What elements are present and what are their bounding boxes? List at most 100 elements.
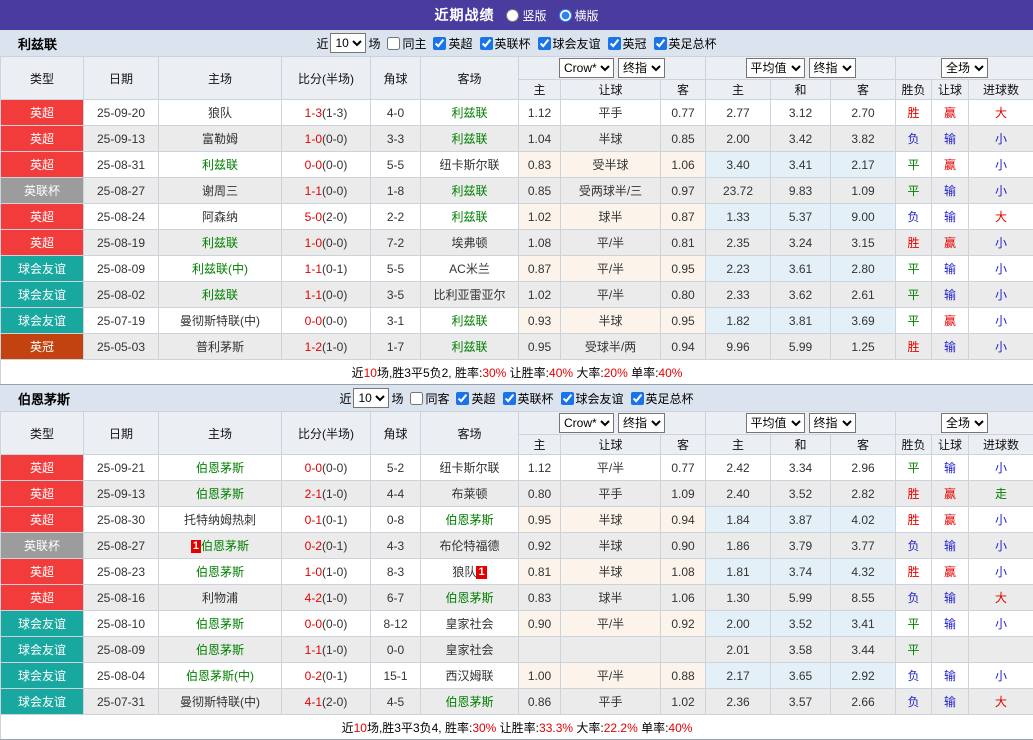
home-team: 利兹联	[159, 230, 282, 256]
match-count-select[interactable]: 10	[330, 33, 366, 53]
team-name-text: 伯恩茅斯	[445, 513, 493, 527]
avg-away-odds: 3.15	[831, 230, 896, 256]
sub-column-header: 让球	[561, 435, 661, 455]
avg-draw-odds: 3.65	[771, 663, 831, 689]
scope-select[interactable]: 全场	[941, 413, 988, 433]
fulltime-score: 0-0	[305, 158, 322, 172]
league-filter-checkbox[interactable]	[538, 37, 551, 50]
avg-away-odds: 4.02	[831, 507, 896, 533]
horizontal-radio[interactable]	[559, 9, 572, 22]
league-filter-option[interactable]: 英联杯	[473, 35, 531, 52]
same-venue-option[interactable]: 同主	[380, 35, 426, 52]
column-header: 日期	[84, 412, 159, 455]
column-header: 比分(半场)	[282, 412, 371, 455]
same-venue-option[interactable]: 同客	[403, 390, 449, 407]
league-filter-option[interactable]: 英联杯	[496, 390, 554, 407]
handicap-away-odds: 0.90	[661, 533, 706, 559]
same-venue-checkbox[interactable]	[410, 392, 423, 405]
result-wdl-text: 胜	[908, 513, 920, 527]
league-filter-option[interactable]: 球会友谊	[531, 35, 601, 52]
handicap-line: 半球	[561, 533, 661, 559]
layout-horizontal-option[interactable]: 横版	[559, 7, 599, 24]
league-filter-option[interactable]: 英足总杯	[647, 35, 717, 52]
team-name-text: 狼队	[452, 565, 476, 579]
average-time-select[interactable]: 终指	[809, 413, 856, 433]
average-time-select[interactable]: 终指	[809, 58, 856, 78]
result-goals-text: 小	[995, 461, 1007, 475]
result-goals-text: 小	[995, 184, 1007, 198]
score-cell: 1-0(0-0)	[282, 230, 371, 256]
league-filter-checkbox[interactable]	[503, 392, 516, 405]
fulltime-score: 1-0	[305, 565, 322, 579]
vertical-radio[interactable]	[506, 9, 519, 22]
bookmaker-time-select[interactable]: 终指	[618, 413, 665, 433]
league-badge: 英超	[1, 455, 84, 481]
bookmaker-select[interactable]: Crow*	[559, 58, 614, 78]
score-cell: 5-0(2-0)	[282, 204, 371, 230]
summary-segment: 近	[342, 721, 354, 735]
league-filter-label: 球会友谊	[553, 35, 601, 52]
average-select[interactable]: 平均值	[746, 58, 805, 78]
result-wdl-text: 负	[908, 539, 920, 553]
fulltime-score: 0-2	[305, 539, 322, 553]
result-handicap-text: 输	[944, 539, 956, 553]
column-header: 主场	[159, 57, 282, 100]
league-filter-option[interactable]: 球会友谊	[554, 390, 624, 407]
match-date: 25-08-31	[84, 152, 159, 178]
bookmaker-select[interactable]: Crow*	[559, 413, 614, 433]
result-wdl-text: 胜	[908, 565, 920, 579]
column-header: 客场	[421, 57, 519, 100]
handicap-away-odds: 0.97	[661, 178, 706, 204]
result-handicap-text: 输	[944, 340, 956, 354]
result-goals: 小	[969, 230, 1033, 256]
avg-draw-odds: 3.24	[771, 230, 831, 256]
league-filter-checkbox[interactable]	[561, 392, 574, 405]
match-date: 25-08-27	[84, 533, 159, 559]
league-filter-checkbox[interactable]	[480, 37, 493, 50]
league-filter-option[interactable]: 英足总杯	[624, 390, 694, 407]
result-goals: 大	[969, 689, 1033, 715]
result-goals-text: 小	[995, 513, 1007, 527]
same-venue-checkbox[interactable]	[387, 37, 400, 50]
sub-column-header: 胜负	[896, 80, 932, 100]
avg-draw-odds: 3.42	[771, 126, 831, 152]
result-wdl-text: 平	[908, 461, 920, 475]
handicap-away-odds: 0.92	[661, 611, 706, 637]
away-team: 纽卡斯尔联	[421, 152, 519, 178]
league-filter-checkbox[interactable]	[654, 37, 667, 50]
filter-controls: 近10场同客英超英联杯球会友谊英足总杯	[339, 388, 693, 408]
bookmaker-time-select[interactable]: 终指	[618, 58, 665, 78]
league-filter-checkbox[interactable]	[608, 37, 621, 50]
layout-vertical-option[interactable]: 竖版	[506, 7, 546, 24]
match-row: 英冠25-05-03普利茅斯1-2(1-0)1-7利兹联0.95受球半/两0.9…	[1, 334, 1033, 360]
league-filter-label: 英超	[448, 35, 472, 52]
handicap-home-odds: 0.86	[519, 689, 561, 715]
league-filter-checkbox[interactable]	[456, 392, 469, 405]
league-filter-checkbox[interactable]	[433, 37, 446, 50]
result-wdl-text: 平	[908, 184, 920, 198]
match-date: 25-08-09	[84, 637, 159, 663]
match-count-select[interactable]: 10	[353, 388, 389, 408]
avg-away-odds: 1.25	[831, 334, 896, 360]
average-select[interactable]: 平均值	[746, 413, 805, 433]
league-filter-option[interactable]: 英冠	[601, 35, 647, 52]
corner-score: 5-2	[371, 455, 421, 481]
result-wdl: 胜	[896, 100, 932, 126]
corner-score: 8-3	[371, 559, 421, 585]
result-handicap	[932, 637, 969, 663]
scope-select[interactable]: 全场	[941, 58, 988, 78]
league-filter-option[interactable]: 英超	[426, 35, 472, 52]
average-odds-group: 平均值终指	[706, 57, 896, 80]
avg-away-odds: 2.82	[831, 481, 896, 507]
match-row: 英超25-09-13伯恩茅斯2-1(1-0)4-4布莱顿0.80平手1.092.…	[1, 481, 1033, 507]
league-filter-option[interactable]: 英超	[449, 390, 495, 407]
result-wdl: 负	[896, 585, 932, 611]
handicap-away-odds: 1.02	[661, 689, 706, 715]
handicap-home-odds: 0.90	[519, 611, 561, 637]
team-name-text: 托特纳姆热刺	[184, 513, 256, 527]
league-filter-checkbox[interactable]	[631, 392, 644, 405]
avg-home-odds: 1.33	[706, 204, 771, 230]
result-goals-text: 小	[995, 132, 1007, 146]
match-row: 球会友谊25-08-04伯恩茅斯(中)0-2(0-1)15-1西汉姆联1.00平…	[1, 663, 1033, 689]
score-cell: 1-0(0-0)	[282, 126, 371, 152]
